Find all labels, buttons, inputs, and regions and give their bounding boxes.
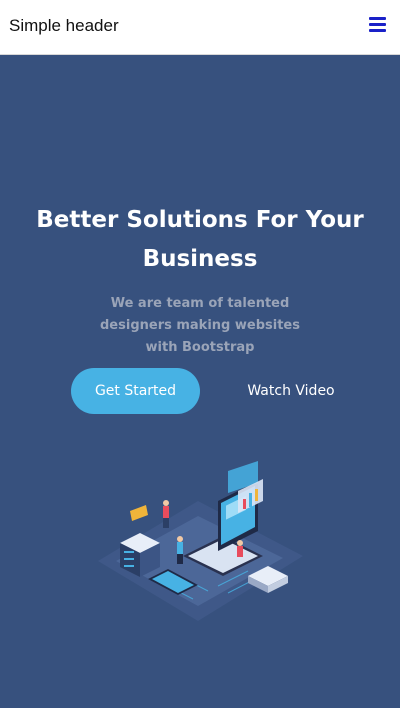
hero-illustration (98, 461, 303, 621)
envelope-icon (130, 505, 148, 521)
hamburger-menu-icon[interactable] (369, 17, 386, 33)
hero-section: Better Solutions For Your Business We ar… (0, 55, 400, 708)
top-header: Simple header (0, 0, 400, 55)
brand-title[interactable]: Simple header (9, 16, 119, 36)
hero-subtitle: We are team of talented designers making… (100, 296, 300, 355)
hero-title: Better Solutions For Your Business (36, 207, 364, 272)
watch-video-button[interactable]: Watch Video (236, 368, 346, 414)
get-started-button[interactable]: Get Started (71, 368, 200, 414)
